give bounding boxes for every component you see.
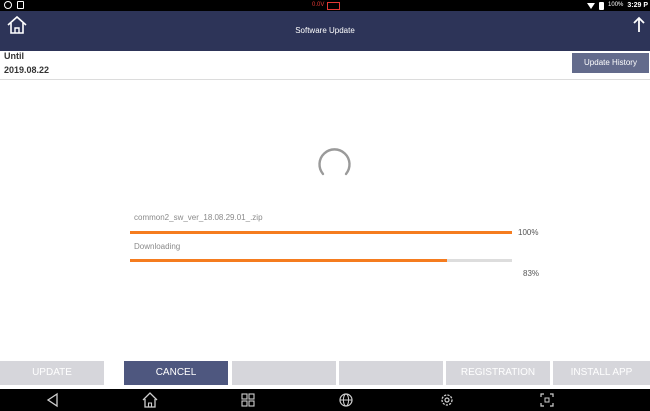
download-status: Downloading (134, 242, 181, 251)
wifi-icon (587, 2, 596, 9)
update-history-button[interactable]: Update History (572, 53, 649, 73)
action-button-row: UPDATE CANCEL REGISTRATION INSTALL APP (0, 361, 650, 385)
recent-apps-icon[interactable] (239, 391, 257, 409)
navigation-bar (0, 389, 650, 411)
home-nav-icon[interactable] (141, 391, 159, 409)
battery-percent: 100% (608, 2, 624, 8)
divider (0, 79, 650, 80)
title-bar: Software Update (0, 11, 650, 51)
file-name: common2_sw_ver_18.08.29.01_.zip (134, 213, 263, 222)
vehicle-voltage: 0.0V (312, 1, 341, 10)
until-label: Until (4, 51, 24, 61)
upload-icon[interactable] (632, 15, 646, 35)
overall-progress-bar (130, 259, 512, 262)
loading-spinner-icon (318, 148, 351, 176)
voltage-text: 0.0V (312, 2, 325, 8)
car-battery-icon (327, 1, 341, 10)
update-button[interactable]: UPDATE (0, 361, 104, 385)
status-left (4, 1, 24, 9)
until-date: 2019.08.22 (4, 65, 50, 75)
registration-button[interactable]: REGISTRATION (446, 361, 550, 385)
battery-icon (599, 1, 605, 10)
settings-icon[interactable] (438, 391, 456, 409)
screenshot-icon[interactable] (538, 391, 556, 409)
browser-icon[interactable] (337, 391, 355, 409)
notification-box-icon (17, 1, 24, 9)
page-title: Software Update (295, 26, 355, 35)
file-percent: 100% (518, 228, 539, 237)
software-update-screen: 0.0V 100% 3:29 P Software Update Until 2… (0, 0, 650, 411)
notification-dot-icon (4, 1, 12, 9)
empty-button-2[interactable] (339, 361, 443, 385)
file-progress-bar (130, 231, 512, 234)
clock: 3:29 P (627, 2, 648, 9)
empty-button-1[interactable] (232, 361, 336, 385)
cancel-button[interactable]: CANCEL (124, 361, 228, 385)
file-progress-fill (130, 231, 512, 234)
status-right: 100% 3:29 P (587, 0, 648, 11)
install-app-button[interactable]: INSTALL APP (553, 361, 650, 385)
back-icon[interactable] (44, 391, 62, 409)
overall-percent: 83% (523, 269, 540, 278)
status-bar: 0.0V 100% 3:29 P (0, 0, 650, 11)
overall-progress-fill (130, 259, 448, 262)
